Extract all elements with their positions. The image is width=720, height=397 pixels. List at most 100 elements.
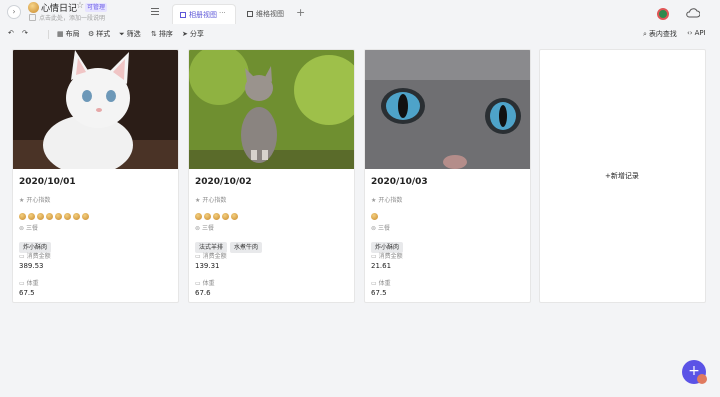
star-icon: ★ bbox=[371, 197, 377, 204]
amount-value: 389.53 bbox=[19, 262, 44, 270]
code-icon: ‹› bbox=[687, 29, 693, 37]
amount-value: 139.31 bbox=[195, 262, 220, 270]
link-icon: ⊚ bbox=[19, 225, 25, 232]
currency-icon: ▭ bbox=[19, 253, 25, 260]
cover-image bbox=[189, 50, 354, 169]
new-record-card[interactable]: +新增记录 bbox=[539, 49, 706, 303]
happy-emoji-icon bbox=[64, 213, 71, 220]
happiness-rating bbox=[371, 205, 380, 220]
new-record-button[interactable]: +新增记录 bbox=[605, 171, 639, 181]
api-button[interactable]: ‹› API bbox=[687, 29, 706, 37]
field-label-text: 开心指数 bbox=[378, 197, 403, 204]
tab-more-icon[interactable]: ··· bbox=[219, 9, 226, 17]
star-icon[interactable]: ☆ bbox=[76, 1, 84, 11]
field-label-amount: ▭ 消费金额 bbox=[19, 251, 51, 260]
sort-icon: ⇅ bbox=[151, 30, 157, 38]
avatar[interactable] bbox=[657, 8, 669, 20]
share-label: 分享 bbox=[189, 30, 204, 38]
field-label-text: 开心指数 bbox=[202, 197, 227, 204]
field-label-text: 三餐 bbox=[378, 225, 391, 232]
happy-emoji-icon bbox=[73, 213, 80, 220]
weight-value: 67.6 bbox=[195, 289, 211, 297]
sort-button[interactable]: ⇅ 排序 bbox=[151, 29, 173, 39]
api-label: API bbox=[694, 29, 706, 37]
cloud-icon[interactable] bbox=[686, 8, 700, 18]
field-label-happiness: ★ 开心指数 bbox=[19, 195, 50, 204]
record-card[interactable]: 2020/10/01 ★ 开心指数 ⊚ 三餐 炸小酥肉 ▭ 消费金额 389.53 ▭… bbox=[12, 49, 179, 303]
gallery-icon bbox=[180, 12, 186, 18]
toolbar-divider bbox=[48, 30, 49, 39]
field-label-text: 三餐 bbox=[26, 225, 39, 232]
collapse-sidebar-icon[interactable]: › bbox=[7, 5, 21, 19]
happy-emoji-icon bbox=[55, 213, 62, 220]
app-description[interactable]: 点击此处，添加一段说明 bbox=[39, 13, 105, 22]
weight-value: 67.5 bbox=[19, 289, 35, 297]
field-label-text: 体重 bbox=[378, 280, 391, 287]
permission-badge: 可管理 bbox=[85, 3, 108, 12]
find-button[interactable]: ⌕ 表内查找 bbox=[643, 29, 677, 39]
number-icon: ▭ bbox=[371, 280, 377, 287]
description-icon bbox=[29, 14, 36, 21]
tab-grid-view[interactable]: 维格视图 bbox=[245, 4, 295, 24]
field-label-text: 开心指数 bbox=[26, 197, 51, 204]
share-button[interactable]: ➤ 分享 bbox=[182, 29, 204, 39]
style-label: 样式 bbox=[96, 30, 111, 38]
weight-value: 67.5 bbox=[371, 289, 387, 297]
tab-label: 维格视图 bbox=[256, 10, 284, 18]
menu-icon[interactable] bbox=[151, 8, 159, 16]
filter-label: 筛选 bbox=[126, 30, 141, 38]
field-label-text: 体重 bbox=[26, 280, 39, 287]
star-icon: ★ bbox=[19, 197, 25, 204]
field-label-weight: ▭ 体重 bbox=[371, 278, 391, 287]
undo-icon[interactable]: ↶ bbox=[8, 29, 14, 37]
field-label-meals: ⊚ 三餐 bbox=[371, 223, 390, 232]
filter-button[interactable]: ⏷ 筛选 bbox=[119, 29, 141, 39]
layout-icon: ▦ bbox=[57, 30, 64, 38]
record-card[interactable]: 2020/10/02 ★ 开心指数 ⊚ 三餐 法式羊排 水煮牛肉 ▭ 消费金额 139.… bbox=[188, 49, 355, 303]
new-record-label: 新增记录 bbox=[610, 172, 639, 180]
toolbar: ↶ ↷ ▦ 布局 ⚙ 样式 ⏷ 筛选 ⇅ 排序 ➤ 分享 ⌕ 表内查找 ‹› API bbox=[0, 27, 720, 42]
amount-value: 21.61 bbox=[371, 262, 392, 270]
happy-emoji-icon bbox=[213, 213, 220, 220]
tab-label: 相册视图 bbox=[189, 11, 217, 19]
happy-emoji-icon bbox=[204, 213, 211, 220]
happy-emoji-icon bbox=[19, 213, 26, 220]
currency-icon: ▭ bbox=[195, 253, 201, 260]
record-date: 2020/10/03 bbox=[371, 177, 428, 187]
tab-gallery-view[interactable]: 相册视图 bbox=[172, 4, 236, 24]
happy-emoji-icon bbox=[231, 213, 238, 220]
meal-tag: 水煮牛肉 bbox=[230, 242, 263, 253]
field-label-amount: ▭ 消费金额 bbox=[371, 251, 403, 260]
happy-emoji-icon bbox=[28, 213, 35, 220]
field-label-weight: ▭ 体重 bbox=[195, 278, 215, 287]
record-date: 2020/10/02 bbox=[195, 177, 252, 187]
link-icon: ⊚ bbox=[195, 225, 201, 232]
gear-icon: ⚙ bbox=[88, 30, 95, 38]
star-icon: ★ bbox=[195, 197, 201, 204]
filter-icon: ⏷ bbox=[119, 30, 125, 38]
field-label-text: 消费金额 bbox=[26, 253, 51, 260]
add-view-button[interactable]: + bbox=[296, 6, 305, 19]
field-label-text: 消费金额 bbox=[378, 253, 403, 260]
record-card[interactable]: 2020/10/03 ★ 开心指数 ⊚ 三餐 炸小酥肉 ▭ 消费金额 21.61 ▭ 体… bbox=[364, 49, 531, 303]
sort-label: 排序 bbox=[158, 30, 173, 38]
happy-emoji-icon bbox=[222, 213, 229, 220]
happiness-rating bbox=[19, 205, 91, 220]
cover-image bbox=[365, 50, 530, 169]
field-label-text: 三餐 bbox=[202, 225, 215, 232]
style-button[interactable]: ⚙ 样式 bbox=[88, 29, 110, 39]
field-label-meals: ⊚ 三餐 bbox=[195, 223, 214, 232]
happy-emoji-icon bbox=[82, 213, 89, 220]
share-icon: ➤ bbox=[182, 30, 188, 38]
link-icon: ⊚ bbox=[371, 225, 377, 232]
help-avatar-icon[interactable] bbox=[697, 374, 707, 384]
layout-button[interactable]: ▦ 布局 bbox=[57, 29, 80, 39]
redo-icon[interactable]: ↷ bbox=[22, 29, 28, 37]
grid-icon bbox=[247, 11, 253, 17]
find-label: 表内查找 bbox=[648, 30, 677, 38]
happy-emoji-icon bbox=[46, 213, 53, 220]
record-date: 2020/10/01 bbox=[19, 177, 76, 187]
field-label-meals: ⊚ 三餐 bbox=[19, 223, 38, 232]
field-label-happiness: ★ 开心指数 bbox=[371, 195, 402, 204]
layout-label: 布局 bbox=[65, 30, 80, 38]
